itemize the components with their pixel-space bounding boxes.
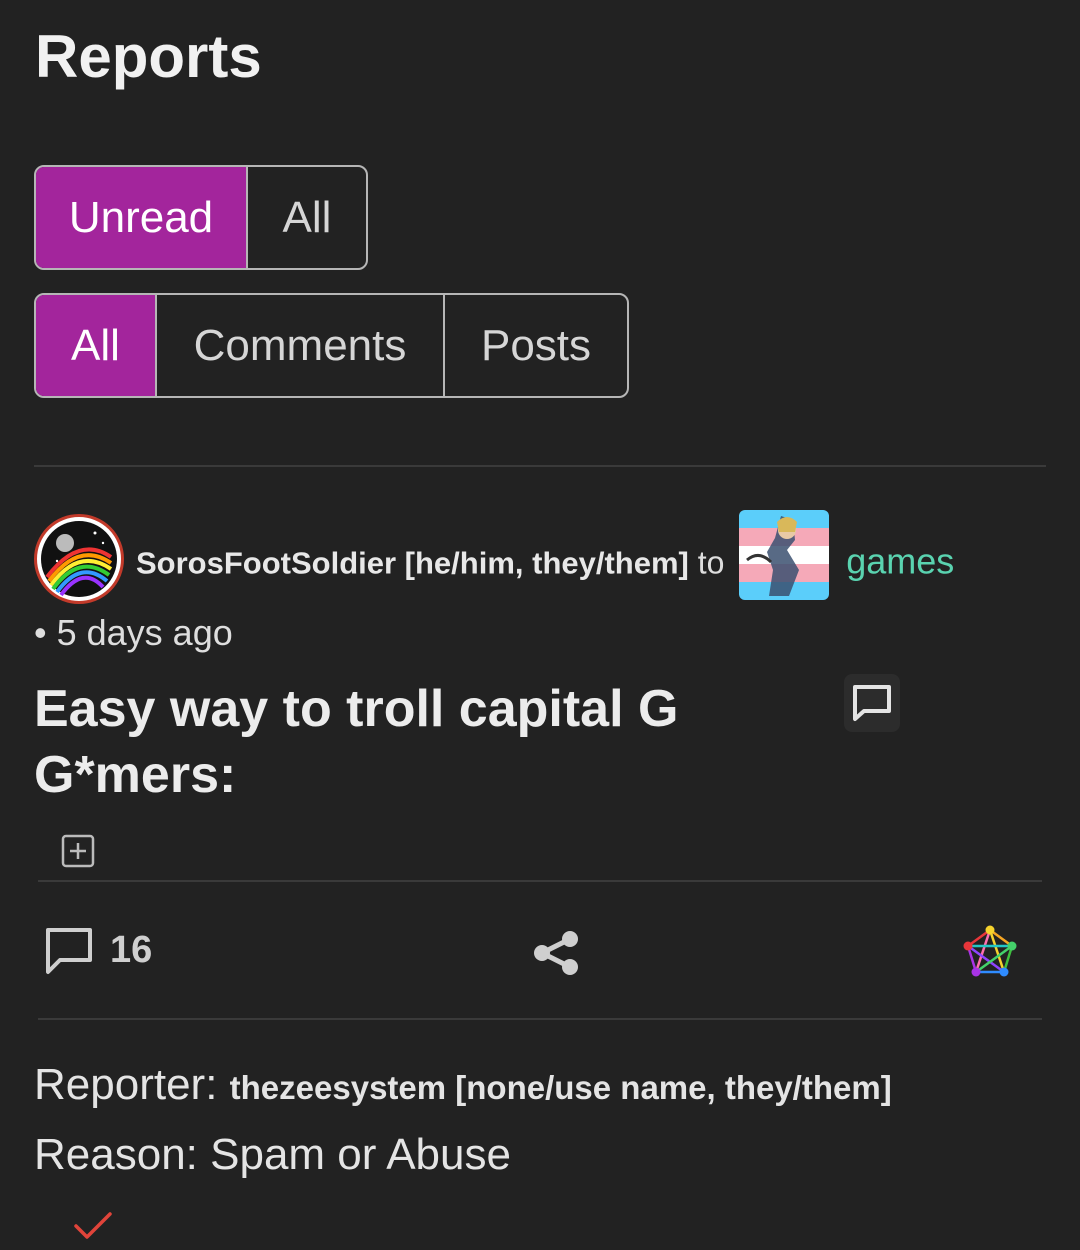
author-avatar[interactable] xyxy=(34,514,124,604)
filter-comments[interactable]: Comments xyxy=(157,295,445,396)
to-label: to xyxy=(697,544,725,581)
community-link[interactable]: games xyxy=(846,540,954,581)
comment-icon xyxy=(46,928,92,974)
page-title: Reports xyxy=(35,23,262,90)
divider xyxy=(38,880,1042,882)
reason-label: Reason: xyxy=(34,1130,198,1179)
filter-all-types[interactable]: All xyxy=(36,295,157,396)
post-meta: SorosFootSoldier [he/him, they/them] to … xyxy=(136,510,1066,600)
reporter-name[interactable]: thezeesystem [none/use name, they/them] xyxy=(230,1069,892,1106)
filter-posts[interactable]: Posts xyxy=(445,295,627,396)
content-type-toggle: All Comments Posts xyxy=(34,293,629,398)
comment-count-button[interactable]: 16 xyxy=(44,924,152,976)
share-icon[interactable] xyxy=(530,928,582,978)
reporter-row: Reporter: thezeesystem [none/use name, t… xyxy=(34,1060,892,1110)
comment-count: 16 xyxy=(110,928,153,971)
author-name[interactable]: SorosFootSoldier [he/him, they/them] xyxy=(136,545,689,580)
reason-text: Spam or Abuse xyxy=(210,1130,511,1179)
community-icon[interactable] xyxy=(739,510,830,600)
read-state-toggle: Unread All xyxy=(34,165,368,270)
reports-page: Reports Unread All All Comments Posts So… xyxy=(0,0,1080,1250)
divider xyxy=(38,1018,1042,1020)
post-time: • 5 days ago xyxy=(34,612,233,653)
comments-button[interactable] xyxy=(844,674,900,732)
reporter-label: Reporter: xyxy=(34,1060,218,1109)
filter-all-read-state[interactable]: All xyxy=(248,167,366,268)
fediverse-icon[interactable] xyxy=(962,924,1018,980)
divider xyxy=(34,465,1046,467)
reason-row: Reason: Spam or Abuse xyxy=(34,1130,511,1180)
message-square-icon xyxy=(853,685,891,721)
filter-unread[interactable]: Unread xyxy=(36,167,248,268)
expand-plus-icon[interactable] xyxy=(60,833,96,869)
post-title[interactable]: Easy way to troll capital G G*mers: xyxy=(34,676,794,808)
resolve-check-icon[interactable] xyxy=(72,1210,114,1242)
